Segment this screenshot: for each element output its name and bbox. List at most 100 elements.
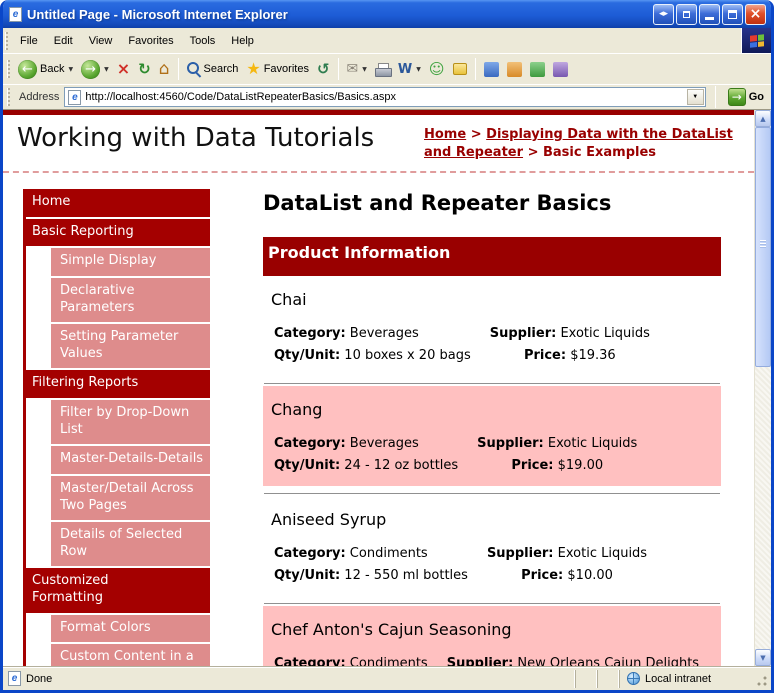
sidebar-item-details-of-selected-row[interactable]: Details of Selected Row [51,522,210,567]
home-button[interactable]: ⌂ [155,59,174,80]
scrollbar-track[interactable] [755,127,771,649]
messenger-button[interactable]: ☺ [425,60,449,79]
toolbar-separator [337,58,339,80]
addon-button-3[interactable] [526,60,549,79]
product-detail-cell: Qty/Unit: 24 - 12 oz bottles [274,458,459,474]
product-detail-cell: Qty/Unit: 12 - 550 ml bottles [274,568,468,584]
address-input[interactable]: e http://localhost:4560/Code/DataListRep… [64,87,706,107]
product-detail-cell: Category: Beverages [274,436,419,452]
menu-item-view[interactable]: View [81,31,121,51]
sidebar-item-master-details-details[interactable]: Master-Details-Details [51,446,210,474]
vertical-scrollbar[interactable]: ▲ ▼ [754,110,771,666]
address-url[interactable]: http://localhost:4560/Code/DataListRepea… [85,91,682,103]
messenger-icon: ☺ [428,59,445,78]
product-detail-cell: Qty/Unit: 10 boxes x 20 bags [274,348,471,364]
menu-item-tools[interactable]: Tools [182,31,224,51]
menu-gripper[interactable] [5,31,8,50]
product-detail-cell: Price: $10.00 [521,568,613,584]
address-dropdown-button[interactable]: ▼ [686,89,704,105]
status-page-icon: e [8,671,21,686]
product-item-chang: Chang Category: Beverages Supplier: Exotic… [263,386,721,487]
refresh-button[interactable]: ↻ [134,60,155,79]
close-button[interactable]: × [745,3,766,25]
product-list: Chai Category: Beverages Supplier: Exotic … [263,276,721,666]
menu-item-edit[interactable]: Edit [46,31,81,51]
title-bar[interactable]: e Untitled Page - Microsoft Internet Exp… [3,0,771,28]
product-details-table: Category: Condiments Supplier: New Orlean… [271,651,702,666]
product-details-table: Category: Condiments Supplier: Exotic Liq… [271,541,650,588]
menu-item-file[interactable]: File [12,31,46,51]
sidebar-item-filter-by-drop-down-list[interactable]: Filter by Drop-Down List [51,400,210,445]
history-button[interactable]: ↺ [313,60,334,79]
sidebar-item-simple-display[interactable]: Simple Display [51,248,210,276]
globe-icon [627,672,640,685]
address-gripper[interactable] [7,88,10,106]
scroll-up-button[interactable]: ▲ [755,110,771,127]
status-bar: e Done Local intranet [3,666,771,690]
chevron-down-icon: ▼ [68,65,74,73]
content-heading: DataList and Repeater Basics [263,191,612,216]
product-name: Aniseed Syrup [271,510,387,530]
scroll-down-button[interactable]: ▼ [755,649,771,666]
product-name: Chai [271,290,307,310]
back-icon: ← [18,59,37,79]
edit-icon: W [397,61,413,77]
toolbar-gripper[interactable] [7,60,10,78]
sidebar-item-custom-content-in-a[interactable]: Custom Content in a [51,644,210,666]
chevron-down-icon: ▼ [362,65,367,73]
security-zone-pane[interactable]: Local intranet [619,669,754,688]
forward-button[interactable]: → ▼ [77,58,113,81]
sidebar-item-setting-parameter-values[interactable]: Setting Parameter Values [51,324,210,369]
product-separator [264,383,720,385]
go-arrow-icon: → [727,88,746,106]
menu-item-help[interactable]: Help [223,31,262,51]
maximize-icon [728,9,737,19]
breadcrumb-separator: > [470,127,482,142]
window-controls: ◂▸ × [653,3,766,25]
minimize-button[interactable] [699,3,720,25]
ie-page-icon: e [9,6,22,22]
sidebar-item-master-detail-across-two-pages[interactable]: Master/Detail Across Two Pages [51,475,210,521]
go-button[interactable]: → Go [725,87,767,107]
sidebar-item-basic-reporting[interactable]: Basic Reporting [23,218,210,247]
minimize-icon [705,17,714,20]
menu-item-favorites[interactable]: Favorites [120,31,181,51]
sidebar-item-declarative-parameters[interactable]: Declarative Parameters [51,277,210,323]
scrollbar-thumb[interactable] [755,127,771,367]
extra-window-button-2[interactable] [676,3,697,25]
search-button[interactable]: Search [183,60,243,78]
sidebar-item-filtering-reports[interactable]: Filtering Reports [23,370,210,399]
site-header: Working with Data Tutorials Home > Displ… [3,115,754,174]
product-separator [264,493,720,495]
toolbar-separator [714,86,716,108]
breadcrumb: Home > Displaying Data with the DataList… [424,126,742,161]
addon-button-2[interactable] [503,60,526,79]
printer-icon [374,62,392,77]
restore-icon [683,10,690,18]
stop-button[interactable]: × [113,59,134,79]
sidebar-item-customized-formatting[interactable]: Customized Formatting [23,568,210,613]
stop-icon: × [116,59,131,78]
edit-button[interactable]: W ▼ [394,61,425,78]
sidebar-item-home[interactable]: Home [23,189,210,217]
page-body: Home Basic Reporting Simple Display Declara… [3,173,754,666]
favorites-button[interactable]: ★ Favorites [242,59,313,79]
extra-window-button-1[interactable]: ◂▸ [653,3,674,25]
product-detail-cell: Supplier: Exotic Liquids [489,326,650,342]
main-content: DataList and Repeater Basics Product Inf… [263,189,721,666]
addon-button-4[interactable] [549,60,572,79]
print-button[interactable] [371,61,394,78]
addon-button-1[interactable] [480,60,503,79]
resize-grip[interactable] [754,669,769,688]
back-button[interactable]: ← Back ▼ [14,58,77,81]
menu-bar: File Edit View Favorites Tools Help [3,28,771,53]
sidebar-item-format-colors[interactable]: Format Colors [51,614,210,643]
discuss-button[interactable] [449,61,471,77]
maximize-button[interactable] [722,3,743,25]
search-icon [186,62,201,76]
address-label: Address [19,91,60,103]
breadcrumb-link-home[interactable]: Home [424,127,466,142]
chevron-down-icon: ▼ [692,94,699,100]
mail-button[interactable]: ✉ ▼ [343,60,371,78]
status-text: Done [26,672,53,685]
